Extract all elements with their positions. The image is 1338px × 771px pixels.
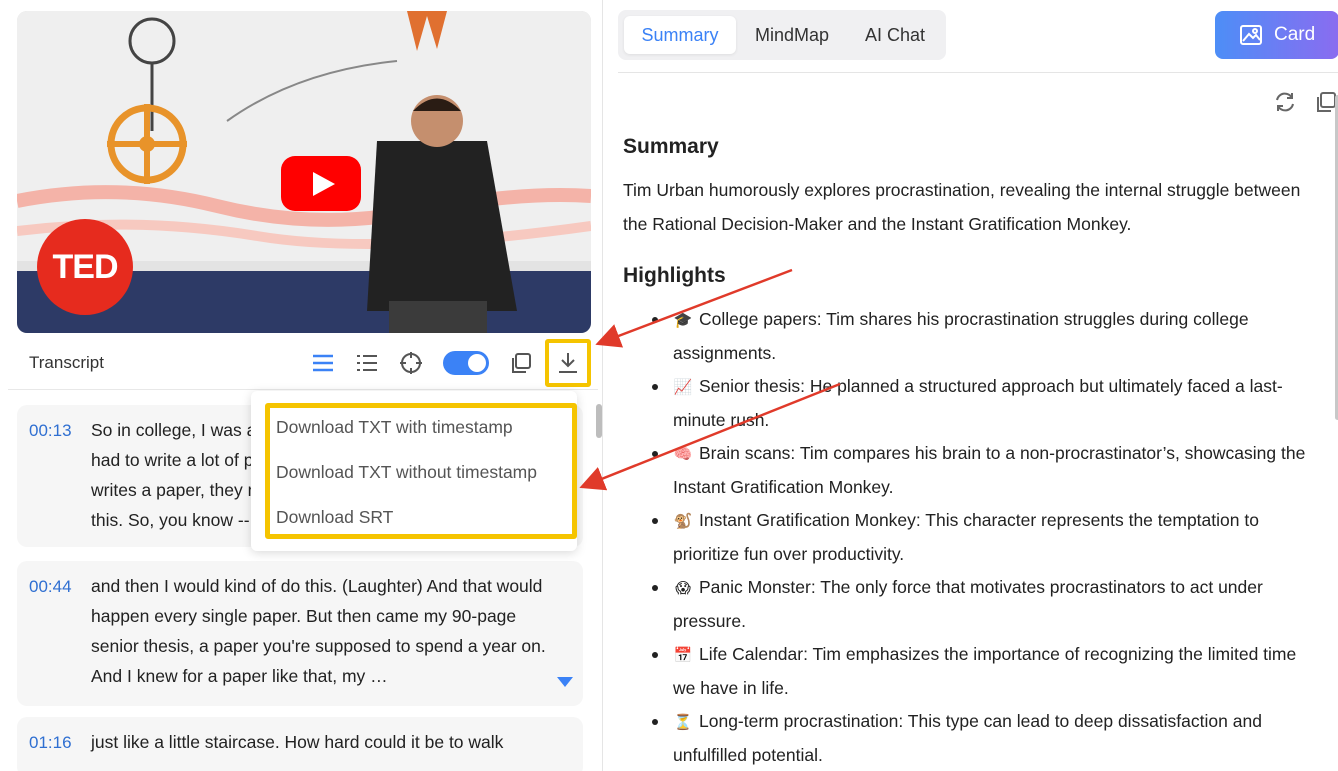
- list-item: 📅 Life Calendar: Tim emphasizes the impor…: [652, 638, 1322, 705]
- list-item: 😱 Panic Monster: The only force that moti…: [652, 571, 1322, 638]
- highlights-heading: Highlights: [623, 264, 726, 287]
- ted-logo: TED: [37, 219, 133, 315]
- transcript-scrollbar[interactable]: [596, 404, 602, 438]
- tab-summary[interactable]: Summary: [624, 16, 736, 54]
- list-view-icon[interactable]: [345, 340, 389, 386]
- divider: [8, 389, 598, 390]
- image-icon: [1240, 25, 1262, 45]
- download-txt-with-timestamp[interactable]: Download TXT with timestamp: [276, 417, 513, 438]
- transcript-segment[interactable]: 00:44 and then I would kind of do this. …: [17, 561, 583, 706]
- locate-icon[interactable]: [389, 340, 433, 386]
- play-button[interactable]: [281, 156, 361, 211]
- calendar-icon: 📅: [673, 647, 693, 664]
- transcript-title: Transcript: [29, 353, 104, 372]
- copy-icon[interactable]: [499, 340, 543, 386]
- video-player[interactable]: TED: [17, 11, 591, 333]
- highlight-text: Life Calendar: Tim emphasizes the import…: [673, 644, 1297, 698]
- download-txt-without-timestamp[interactable]: Download TXT without timestamp: [276, 462, 537, 483]
- paragraph-view-icon[interactable]: [301, 340, 345, 386]
- highlight-text: College papers: Tim shares his procrasti…: [673, 309, 1249, 363]
- segment-text: and then I would kind of do this. (Laugh…: [91, 576, 546, 686]
- download-srt[interactable]: Download SRT: [276, 507, 393, 528]
- list-item: 🎓 College papers: Tim shares his procrast…: [652, 303, 1322, 370]
- view-tabs: Summary MindMap AI Chat: [618, 10, 946, 60]
- download-button[interactable]: [545, 339, 591, 387]
- left-panel: TED Transcript 00:13 So in college, I wa…: [0, 0, 603, 771]
- highlight-text: Long-term procrastination: This type can…: [673, 711, 1262, 765]
- download-icon: [559, 353, 577, 373]
- highlight-text: Brain scans: Tim compares his brain to a…: [673, 443, 1306, 497]
- divider: [618, 72, 1338, 73]
- highlight-text: Instant Gratification Monkey: This chara…: [673, 510, 1259, 564]
- segment-timestamp[interactable]: 00:44: [29, 577, 72, 597]
- transcript-toolbar: Transcript: [17, 339, 591, 387]
- refresh-icon[interactable]: [1273, 90, 1297, 114]
- transcript-actions: [301, 339, 591, 387]
- list-item: 🧠 Brain scans: Tim compares his brain to …: [652, 437, 1322, 504]
- highlights-list: 🎓 College papers: Tim shares his procrast…: [652, 303, 1322, 771]
- tab-mindmap[interactable]: MindMap: [742, 16, 842, 54]
- right-panel: Summary MindMap AI Chat Card Summary Tim…: [604, 0, 1338, 771]
- highlight-text: Senior thesis: He planned a structured a…: [673, 376, 1283, 430]
- tab-ai-chat[interactable]: AI Chat: [850, 16, 940, 54]
- list-item: 📈 Senior thesis: He planned a structured …: [652, 370, 1322, 437]
- segment-text: just like a little staircase. How hard c…: [91, 732, 504, 752]
- expand-caret-icon[interactable]: [557, 677, 573, 687]
- highlight-text: Panic Monster: The only force that motiv…: [673, 577, 1263, 631]
- segment-timestamp[interactable]: 00:13: [29, 421, 72, 441]
- list-item: ⏳ Long-term procrastination: This type ca…: [652, 705, 1322, 771]
- play-icon: [281, 156, 361, 211]
- list-item: 🐒 Instant Gratification Monkey: This char…: [652, 504, 1322, 571]
- segment-timestamp[interactable]: 01:16: [29, 733, 72, 753]
- summary-heading: Summary: [623, 135, 719, 158]
- graduation-cap-icon: 🎓: [673, 312, 693, 329]
- card-button-label: Card: [1274, 24, 1316, 45]
- transcript-segment[interactable]: 01:16 just like a little staircase. How …: [17, 717, 583, 771]
- card-button[interactable]: Card: [1215, 11, 1338, 59]
- download-menu: Download TXT with timestamp Download TXT…: [251, 391, 577, 551]
- summary-text: Tim Urban humorously explores procrastin…: [623, 180, 1301, 234]
- autoscroll-toggle[interactable]: [443, 351, 489, 375]
- monkey-icon: 🐒: [673, 513, 693, 530]
- brain-icon: 🧠: [673, 446, 693, 463]
- hourglass-icon: ⏳: [673, 714, 693, 731]
- chart-icon: 📈: [673, 379, 693, 396]
- scared-face-icon: 😱: [675, 580, 691, 597]
- app-root: TED Transcript 00:13 So in college, I wa…: [0, 0, 1338, 771]
